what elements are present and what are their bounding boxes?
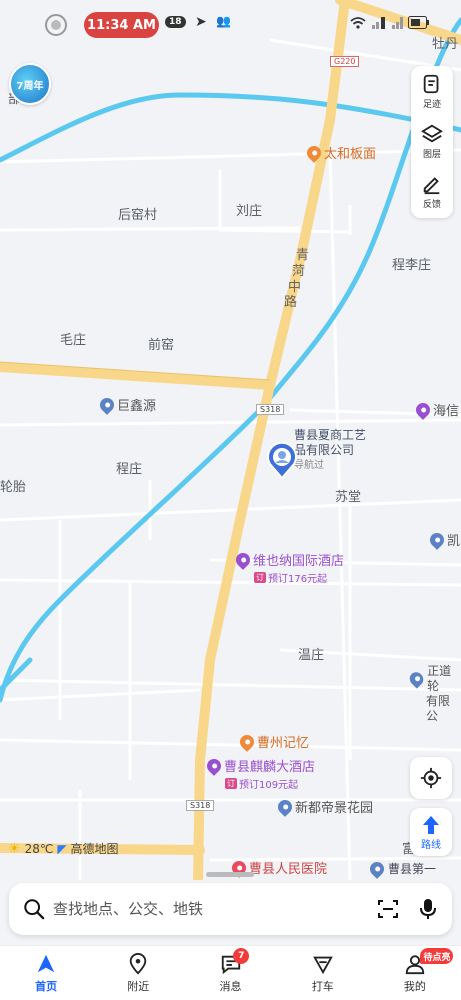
road-sign-s318: S318 <box>256 404 285 415</box>
poi-haixin[interactable]: 海信 <box>413 399 459 420</box>
map-roads <box>0 0 461 880</box>
road-label-lu: 路 <box>284 295 298 310</box>
location-pin-icon <box>427 529 447 550</box>
map-canvas[interactable]: 牡丹 后窑村 刘庄 程李庄 毛庄 前窑 程庄 苏堂 温庄 轮胎 部 富 青 菏 … <box>0 0 461 880</box>
nav-nearby[interactable]: 附近 <box>92 946 184 1000</box>
microphone-icon[interactable] <box>418 897 438 921</box>
layers-icon <box>421 124 443 142</box>
booking-tag-icon: 订 <box>225 778 237 789</box>
nav-home[interactable]: 首页 <box>0 946 92 1000</box>
drawer-handle[interactable] <box>206 872 254 877</box>
feedback-button[interactable]: 反馈 <box>411 166 453 216</box>
navigation-arrow-icon: ➤ <box>195 14 207 30</box>
nearby-pin-icon <box>130 952 147 974</box>
route-button[interactable]: 路线 <box>410 808 452 856</box>
nav-mine[interactable]: 我的 待点亮 <box>369 946 461 1000</box>
notification-count: 18 <box>165 16 186 28</box>
map-label-houyaocun: 后窑村 <box>118 208 158 223</box>
poi-caozhou-jiyi[interactable]: 曹州记忆 <box>237 731 309 752</box>
weather-info: ☀ 28℃ ◤ 高德地图 <box>8 840 119 857</box>
poi-xindu[interactable]: 新都帝景花园 <box>275 796 373 817</box>
record-icon <box>45 14 67 36</box>
contacts-icon: 👥 <box>216 14 231 28</box>
anniversary-badge[interactable]: 7周年 <box>9 63 51 105</box>
poi-zhengdao[interactable]: 正道轮 有限公 <box>406 664 461 724</box>
nav-messages[interactable]: 消息 7 <box>184 946 276 1000</box>
map-tools-panel: 足迹 图层 反馈 <box>411 66 453 218</box>
search-bar[interactable] <box>9 883 452 935</box>
route-arrow-icon <box>423 815 439 834</box>
road-sign-g220: G220 <box>330 56 360 67</box>
booking-tag-icon: 订 <box>254 572 266 583</box>
poi-juxinyuan[interactable]: 巨鑫源 <box>97 394 156 415</box>
taxi-icon <box>312 956 333 974</box>
shop-pin-icon <box>413 399 433 420</box>
home-arrow-icon <box>37 954 55 972</box>
map-label-maozhuang: 毛庄 <box>60 333 87 348</box>
signal-icon <box>372 17 385 29</box>
map-label-qianyao: 前窑 <box>148 338 175 353</box>
map-label-liuzhuang: 刘庄 <box>236 204 263 219</box>
location-pin-icon <box>406 669 427 689</box>
current-location-marker[interactable] <box>266 442 298 480</box>
search-input[interactable] <box>53 900 376 918</box>
map-label-sutang: 苏堂 <box>335 490 362 505</box>
clock-pill: 11:34 AM <box>84 12 159 38</box>
poi-weiyena[interactable]: 维也纳国际酒店 订预订176元起 <box>233 549 344 585</box>
amap-logo-icon: ◤ <box>57 841 67 856</box>
bottom-nav: 首页 附近 消息 7 打车 我的 待点亮 <box>0 945 461 1000</box>
poi-taihe[interactable]: 太和板面 <box>304 142 376 163</box>
search-icon <box>24 899 45 920</box>
status-time: 11:34 AM <box>87 17 156 33</box>
locate-me-button[interactable] <box>410 757 452 799</box>
crosshair-icon <box>420 767 442 789</box>
map-label-chenglizhuang: 程李庄 <box>392 258 432 273</box>
map-label-chengzhuang: 程庄 <box>116 462 143 477</box>
poi-qilin-hotel[interactable]: 曹县麒麟大酒店 订预订109元起 <box>204 755 315 791</box>
edit-pen-icon <box>423 176 440 194</box>
hotel-pin-icon <box>233 549 253 570</box>
poi-kai[interactable]: 凯 <box>427 529 460 550</box>
signal-icon-2 <box>392 17 403 29</box>
map-label-wenzhuang: 温庄 <box>298 648 325 663</box>
location-pin-icon <box>275 796 295 817</box>
poi-diyi-school[interactable]: 曹县第一 <box>367 859 436 879</box>
nav-taxi[interactable]: 打车 <box>277 946 369 1000</box>
poi-xiashang[interactable]: 曹县夏商工艺 品有限公司 导航过 <box>294 428 366 473</box>
location-pin-icon <box>97 394 117 415</box>
road-sign-s318-2: S318 <box>186 800 215 811</box>
messages-badge: 7 <box>233 948 250 964</box>
status-bar: 11:34 AM 18 ➤ 👥 <box>0 0 461 48</box>
map-label-luntai: 轮胎 <box>0 480 27 495</box>
battery-icon <box>408 16 429 29</box>
restaurant-pin-icon <box>304 142 324 163</box>
layers-button[interactable]: 图层 <box>411 116 453 166</box>
footprint-icon <box>423 74 439 93</box>
footprint-button[interactable]: 足迹 <box>411 66 453 116</box>
school-pin-icon <box>367 859 387 879</box>
sun-icon: ☀ <box>8 840 21 857</box>
restaurant-pin-icon <box>237 731 257 752</box>
scan-icon[interactable] <box>376 897 400 921</box>
hotel-pin-icon <box>204 755 224 776</box>
mine-badge: 待点亮 <box>420 948 454 964</box>
wifi-icon <box>350 17 366 29</box>
